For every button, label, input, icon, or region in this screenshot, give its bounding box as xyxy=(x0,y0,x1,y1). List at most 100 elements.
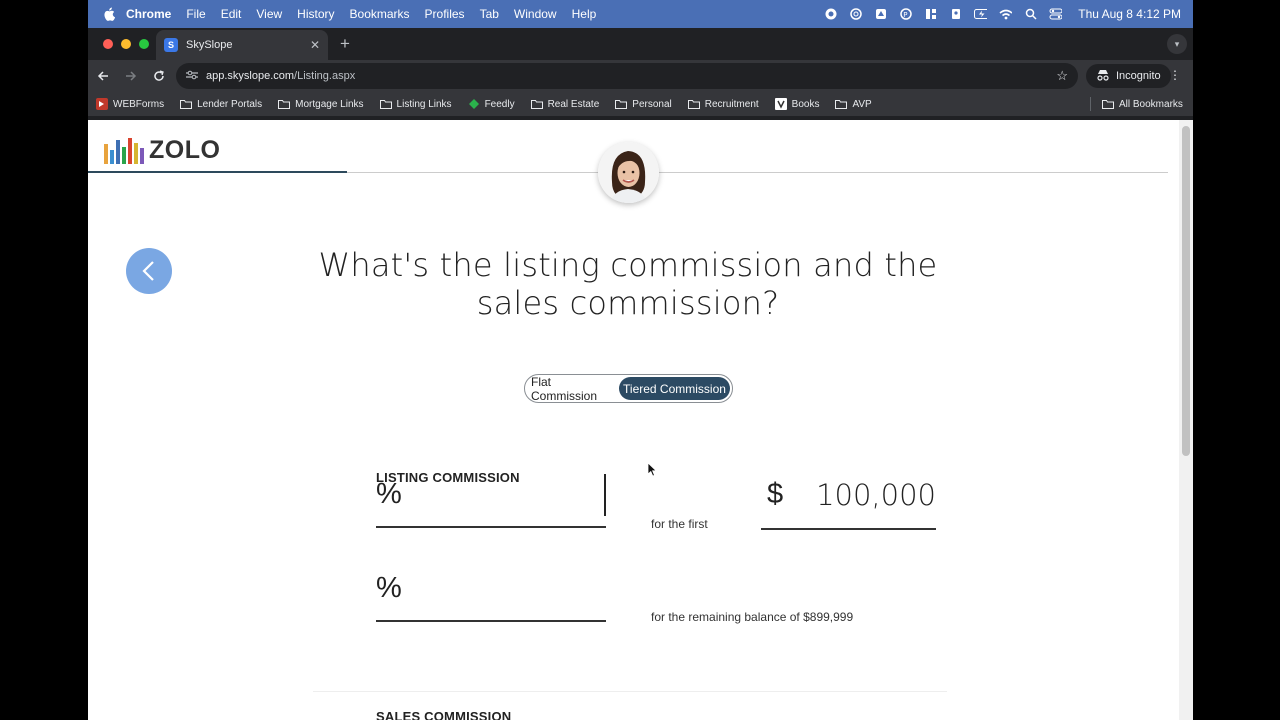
sales-commission-heading: SALES COMMISSION xyxy=(376,709,512,720)
folder-icon xyxy=(379,99,392,109)
bookmark-label: AVP xyxy=(852,98,872,110)
record-icon[interactable] xyxy=(824,8,837,21)
openai-icon[interactable] xyxy=(849,8,862,21)
bookmark-listing-links[interactable]: Listing Links xyxy=(379,98,452,110)
tier2-percent-field[interactable]: % xyxy=(376,568,606,622)
section-divider xyxy=(313,691,947,692)
agent-avatar xyxy=(598,142,659,203)
menubar-clock[interactable]: Thu Aug 8 4:12 PM xyxy=(1078,7,1181,21)
bookmark-label: Lender Portals xyxy=(197,98,263,110)
screen: Chrome File Edit View History Bookmarks … xyxy=(0,0,1280,720)
page-title: What's the listing commission and the sa… xyxy=(318,246,938,322)
feedly-icon xyxy=(468,98,480,110)
battery-icon[interactable] xyxy=(974,8,988,21)
menu-edit[interactable]: Edit xyxy=(221,7,242,21)
drive-icon[interactable] xyxy=(874,8,887,21)
url-text[interactable]: app.skyslope.com/Listing.aspx xyxy=(206,70,1056,82)
tab-strip: S SkySlope ✕ + ▾ xyxy=(88,28,1193,60)
bookmark-label: Listing Links xyxy=(396,98,452,110)
tab-search-icon[interactable]: ▾ xyxy=(1167,34,1187,54)
skyslope-favicon-icon: S xyxy=(164,38,178,52)
menu-window[interactable]: Window xyxy=(514,7,557,21)
spotlight-search-icon[interactable] xyxy=(1024,8,1037,21)
books-icon xyxy=(774,98,787,110)
close-window-button[interactable] xyxy=(103,39,113,49)
zolo-logo-bars-icon xyxy=(104,137,144,164)
assistant-icon[interactable]: P xyxy=(899,8,912,21)
avatar-portrait-icon xyxy=(598,142,659,203)
back-button[interactable] xyxy=(126,248,172,294)
all-bookmarks[interactable]: All Bookmarks xyxy=(1102,92,1183,116)
bookmark-webforms[interactable]: WEBForms xyxy=(96,98,164,110)
folder-icon xyxy=(180,99,193,109)
new-tab-icon[interactable]: + xyxy=(340,34,350,54)
url-path: /Listing.aspx xyxy=(294,70,356,82)
tab-close-icon[interactable]: ✕ xyxy=(310,38,320,52)
status-area: P Thu Aug 8 4:12 PM xyxy=(824,7,1193,21)
tab-skyslope[interactable]: S SkySlope ✕ xyxy=(156,30,328,60)
browser-menu-icon[interactable]: ⋮ xyxy=(1169,68,1181,82)
menu-bookmarks[interactable]: Bookmarks xyxy=(350,7,410,21)
apple-icon[interactable] xyxy=(102,7,116,21)
bookmarks-divider xyxy=(1090,97,1091,111)
bookmark-avp[interactable]: AVP xyxy=(835,98,872,110)
menu-tab[interactable]: Tab xyxy=(480,7,499,21)
reload-icon[interactable] xyxy=(146,63,172,89)
window-controls xyxy=(103,39,149,49)
menu-app-name[interactable]: Chrome xyxy=(126,7,171,21)
browser-toolbar: app.skyslope.com/Listing.aspx ☆ Incognit… xyxy=(88,60,1193,92)
bookmark-real-estate[interactable]: Real Estate xyxy=(530,99,599,110)
bookmark-star-icon[interactable]: ☆ xyxy=(1056,68,1068,84)
contacts-icon[interactable] xyxy=(949,8,962,21)
zoom-window-button[interactable] xyxy=(139,39,149,49)
incognito-label: Incognito xyxy=(1116,70,1161,82)
incognito-badge[interactable]: Incognito xyxy=(1086,64,1171,88)
control-center-icon[interactable] xyxy=(1049,8,1063,21)
site-info-icon[interactable] xyxy=(186,70,198,83)
menu-file[interactable]: File xyxy=(186,7,205,21)
browser-window: S SkySlope ✕ + ▾ app.skyslope.com/Listin… xyxy=(88,28,1193,720)
menu-help[interactable]: Help xyxy=(572,7,597,21)
back-nav-icon[interactable] xyxy=(90,63,116,89)
page-scrollbar[interactable] xyxy=(1179,120,1193,720)
folder-icon xyxy=(278,99,291,109)
mouse-pointer-icon xyxy=(647,462,657,482)
folder-icon xyxy=(687,99,700,109)
bookmark-books[interactable]: Books xyxy=(774,98,819,110)
chevron-left-icon xyxy=(142,261,154,281)
menu-history[interactable]: History xyxy=(297,7,334,21)
grid-app-icon[interactable] xyxy=(924,8,937,21)
incognito-icon xyxy=(1096,69,1110,84)
tier1-hint: for the first xyxy=(651,517,708,531)
wifi-icon[interactable] xyxy=(999,8,1013,21)
tiered-commission-option[interactable]: Tiered Commission xyxy=(619,377,730,400)
bookmark-personal[interactable]: Personal xyxy=(615,98,672,110)
tier1-percent-field[interactable]: % xyxy=(376,474,606,528)
folder-icon xyxy=(530,99,543,109)
bookmark-mortgage-links[interactable]: Mortgage Links xyxy=(278,98,364,110)
page-content: ZOLO What's the listing commission and t… xyxy=(88,120,1193,720)
minimize-window-button[interactable] xyxy=(121,39,131,49)
bookmark-label: Mortgage Links xyxy=(295,98,364,110)
logo-text: ZOLO xyxy=(149,136,221,164)
zolo-logo[interactable]: ZOLO xyxy=(104,136,220,165)
menu-view[interactable]: View xyxy=(256,7,282,21)
menu-profiles[interactable]: Profiles xyxy=(425,7,465,21)
folder-icon xyxy=(835,99,848,109)
progress-fill xyxy=(88,171,347,173)
percent-symbol: % xyxy=(376,572,402,604)
bookmark-lender-portals[interactable]: Lender Portals xyxy=(180,99,262,110)
scrollbar-thumb[interactable] xyxy=(1182,126,1190,456)
folder-icon xyxy=(1102,99,1114,109)
url-host: app.skyslope.com xyxy=(206,70,295,82)
svg-text:P: P xyxy=(903,11,907,19)
bookmark-feedly[interactable]: Feedly xyxy=(468,98,515,110)
tier1-amount-value: 100,000 xyxy=(816,478,936,512)
flat-commission-option[interactable]: Flat Commission xyxy=(527,375,619,403)
tier1-amount-field[interactable]: $ 100,000 xyxy=(761,474,936,530)
address-bar[interactable]: app.skyslope.com/Listing.aspx ☆ xyxy=(176,63,1078,89)
bookmark-label: Personal xyxy=(632,98,672,110)
bookmark-recruitment[interactable]: Recruitment xyxy=(687,99,759,110)
bookmarks-bar: WEBForms Lender Portals Mortgage Links L… xyxy=(88,92,1193,116)
forward-nav-icon[interactable] xyxy=(118,63,144,89)
